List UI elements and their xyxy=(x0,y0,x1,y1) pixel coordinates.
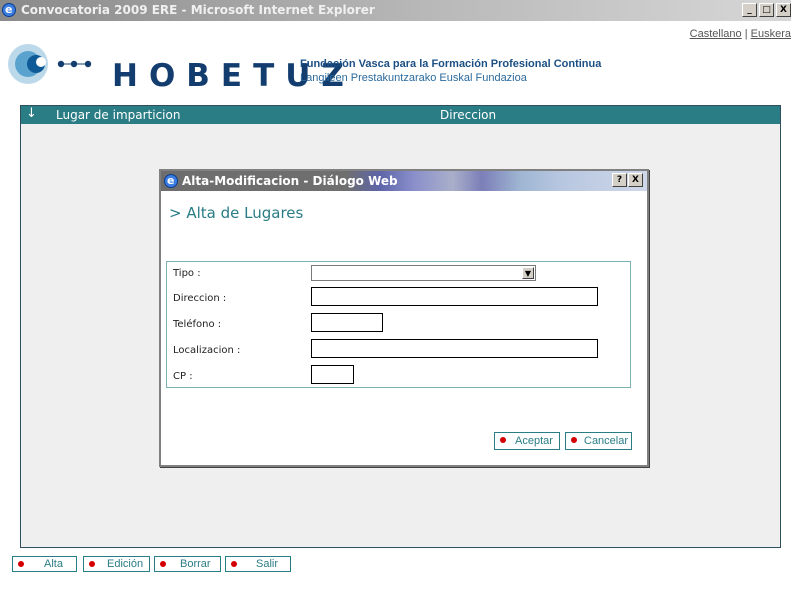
bullet-icon xyxy=(500,437,506,443)
column-direccion[interactable]: Direccion xyxy=(440,108,496,122)
window-controls: _ □ X xyxy=(742,3,791,17)
localizacion-label: Localizacion : xyxy=(173,345,241,356)
dialog-titlebar: e Alta-Modificacion - Diálogo Web ? X xyxy=(161,171,647,191)
lugares-table-header: ↓ Lugar de imparticion Direccion xyxy=(21,106,780,124)
tipo-label: Tipo : xyxy=(173,268,201,279)
borrar-button[interactable]: Borrar xyxy=(154,556,221,572)
borrar-label: Borrar xyxy=(180,558,211,570)
dialog-heading: > Alta de Lugares xyxy=(169,204,304,222)
dialog-title: Alta-Modificacion - Diálogo Web xyxy=(182,174,398,188)
cp-label: CP : xyxy=(173,371,193,382)
browser-titlebar: e Convocatoria 2009 ERE - Microsoft Inte… xyxy=(0,0,791,21)
dialog-close-button[interactable]: X xyxy=(628,173,643,187)
lang-euskera-link[interactable]: Euskera xyxy=(751,28,791,40)
sort-arrow-icon[interactable]: ↓ xyxy=(26,106,37,121)
bullet-icon xyxy=(160,561,166,567)
bullet-icon xyxy=(571,437,577,443)
aceptar-button[interactable]: Aceptar xyxy=(494,432,560,450)
salir-button[interactable]: Salir xyxy=(225,556,291,572)
help-button[interactable]: ? xyxy=(612,173,627,187)
bullet-icon xyxy=(231,561,237,567)
salir-label: Salir xyxy=(256,558,279,570)
tagline-eu: Langileen Prestakuntzarako Euskal Fundaz… xyxy=(300,72,527,84)
column-lugar[interactable]: Lugar de imparticion xyxy=(56,108,180,122)
internet-explorer-icon: e xyxy=(164,174,178,188)
close-button[interactable]: X xyxy=(776,3,791,17)
chevron-down-icon[interactable]: ▼ xyxy=(522,267,534,279)
minimize-button[interactable]: _ xyxy=(742,3,757,17)
bullet-icon xyxy=(18,561,24,567)
language-links: Castellano | Euskera xyxy=(690,28,791,40)
telefono-label: Teléfono : xyxy=(173,319,222,330)
direccion-label: Direccion : xyxy=(173,293,227,304)
edicion-label: Edición xyxy=(107,558,144,570)
aceptar-label: Aceptar xyxy=(515,435,553,447)
localizacion-input[interactable] xyxy=(311,339,598,358)
tipo-select[interactable]: ▼ xyxy=(311,265,536,281)
cancelar-label: Cancelar xyxy=(584,435,629,447)
alta-dialog: e Alta-Modificacion - Diálogo Web ? X > … xyxy=(159,169,649,467)
alta-label: Alta xyxy=(44,558,63,570)
lang-separator: | xyxy=(741,28,751,40)
internet-explorer-icon: e xyxy=(2,3,16,17)
cp-input[interactable] xyxy=(311,365,354,384)
lugar-form: Tipo : ▼ Direccion : Teléfono : Localiza… xyxy=(166,261,631,388)
lang-castellano-link[interactable]: Castellano xyxy=(690,28,742,40)
alta-button[interactable]: Alta xyxy=(12,556,77,572)
cancelar-button[interactable]: Cancelar xyxy=(565,432,632,450)
bullet-icon xyxy=(89,561,95,567)
window-title: Convocatoria 2009 ERE - Microsoft Intern… xyxy=(21,3,375,17)
hobetuz-logo-icon xyxy=(8,44,92,84)
dialog-controls: ? X xyxy=(612,173,643,187)
maximize-button[interactable]: □ xyxy=(759,3,774,17)
direccion-input[interactable] xyxy=(311,287,598,306)
edicion-button[interactable]: Edición xyxy=(83,556,150,572)
tagline-es: Fundación Vasca para la Formación Profes… xyxy=(300,58,602,70)
telefono-input[interactable] xyxy=(311,313,383,332)
